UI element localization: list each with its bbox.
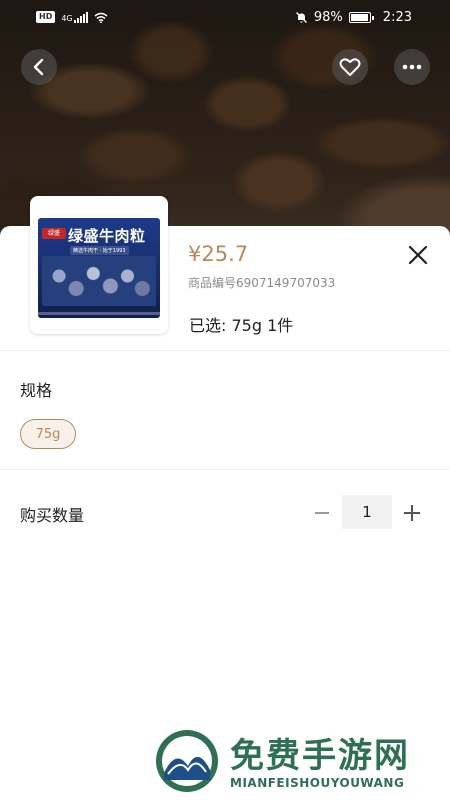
status-left: HD 4G bbox=[36, 11, 108, 23]
quantity-input[interactable]: 1 bbox=[342, 495, 392, 529]
battery-icon bbox=[348, 11, 374, 23]
package-pieces-graphic bbox=[42, 256, 156, 306]
package-footer-strip bbox=[38, 312, 160, 315]
package-brand-logo: 绿盛 bbox=[42, 228, 66, 239]
hd-badge: HD bbox=[36, 11, 56, 23]
package-subtitle: 精选牛肉干 · 始于1993 bbox=[70, 246, 129, 255]
status-bar: HD 4G 98% 2:23 bbox=[0, 0, 450, 34]
quantity-decrement-button[interactable] bbox=[309, 500, 335, 526]
product-price: ¥25.7 bbox=[188, 242, 249, 266]
back-button[interactable] bbox=[21, 49, 57, 85]
more-button[interactable] bbox=[394, 49, 430, 85]
favorite-button[interactable] bbox=[332, 49, 368, 85]
mute-bell-icon bbox=[295, 11, 307, 23]
quantity-increment-button[interactable] bbox=[399, 500, 425, 526]
package-title: 绿盛牛肉粒 bbox=[68, 227, 146, 245]
spec-title: 规格 bbox=[20, 381, 53, 400]
spec-option-75g[interactable]: 75g bbox=[20, 419, 76, 449]
chevron-left-icon bbox=[33, 58, 44, 76]
network-type-label: 4G bbox=[61, 13, 73, 23]
site-watermark: 免费手游网 MIANFEISHOUYOUWANG bbox=[150, 726, 440, 796]
product-package-image: 绿盛 绿盛牛肉粒 精选牛肉干 · 始于1993 bbox=[38, 218, 160, 318]
watermark-title: 免费手游网 bbox=[230, 736, 410, 776]
network-indicator: 4G bbox=[61, 11, 88, 23]
plus-icon bbox=[404, 505, 420, 521]
minus-icon bbox=[315, 512, 329, 514]
wifi-icon bbox=[94, 12, 108, 23]
more-horizontal-icon bbox=[402, 64, 422, 70]
quantity-label: 购买数量 bbox=[20, 506, 85, 525]
divider bbox=[0, 350, 450, 351]
product-thumbnail: 绿盛 绿盛牛肉粒 精选牛肉干 · 始于1993 bbox=[30, 196, 168, 334]
close-icon bbox=[408, 245, 428, 265]
heart-outline-icon bbox=[339, 58, 361, 76]
watermark-logo-icon bbox=[156, 730, 218, 792]
selected-summary: 已选: 75g 1件 bbox=[189, 316, 294, 335]
divider bbox=[0, 469, 450, 470]
signal-icon bbox=[73, 11, 88, 23]
clock: 2:23 bbox=[382, 9, 412, 25]
battery-percent: 98% bbox=[313, 9, 343, 25]
status-right: 98% 2:23 bbox=[295, 10, 412, 25]
product-sku: 商品编号6907149707033 bbox=[188, 276, 336, 290]
watermark-subtitle: MIANFEISHOUYOUWANG bbox=[230, 776, 405, 790]
close-button[interactable] bbox=[403, 240, 433, 270]
